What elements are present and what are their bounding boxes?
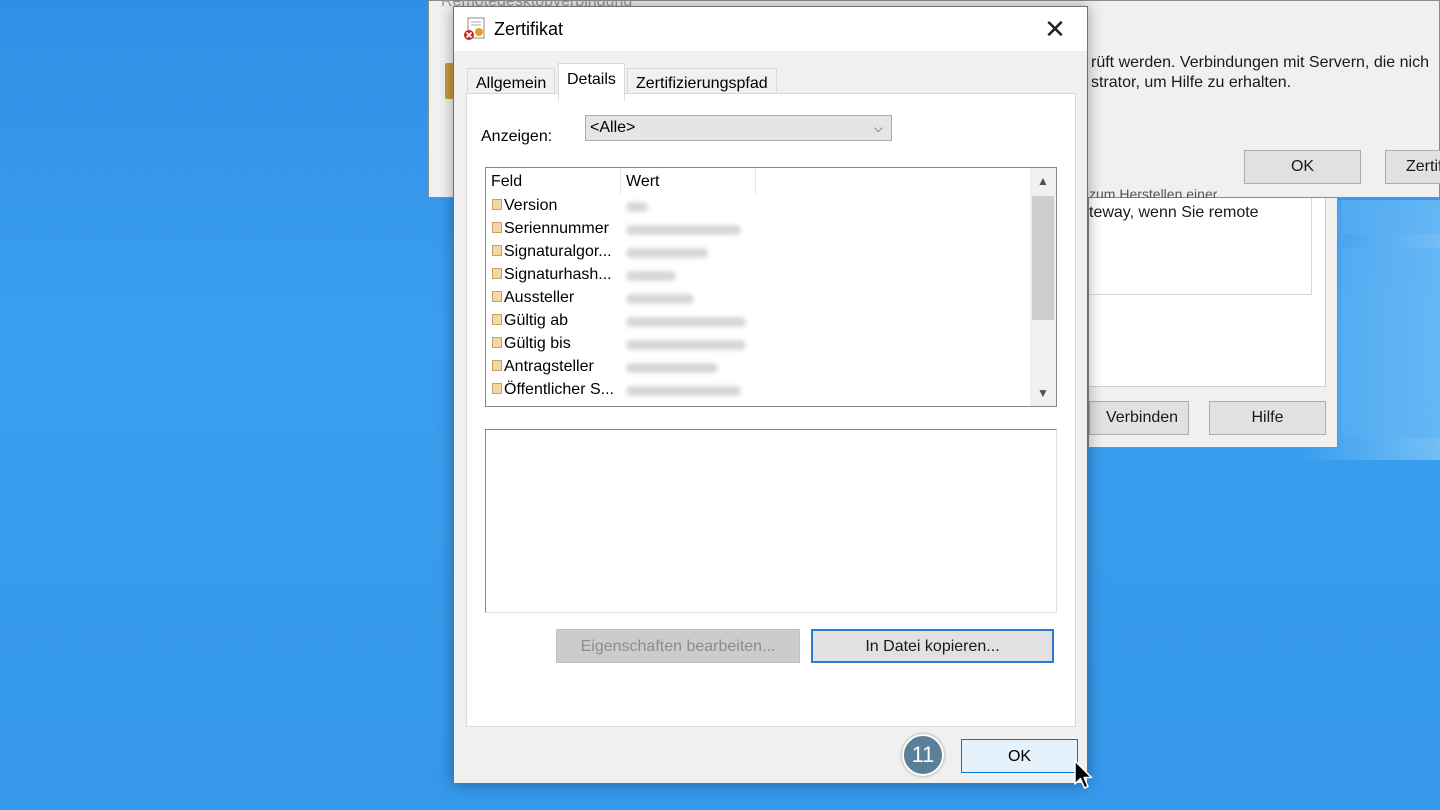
field-name: Seriennummer	[504, 220, 609, 237]
tab-details[interactable]: Details	[558, 63, 625, 101]
scroll-thumb[interactable]	[1032, 196, 1054, 320]
warning-message: rüft werden. Verbindungen mit Servern, d…	[1091, 53, 1429, 93]
background-ok-button[interactable]: OK	[1244, 150, 1361, 184]
copy-to-file-button[interactable]: In Datei kopieren...	[811, 629, 1054, 663]
list-item[interactable]: Seriennummer	[486, 218, 1030, 241]
close-icon[interactable]: ✕	[1037, 13, 1073, 45]
info-box: zum Herstellen einer teway, wenn Sie rem…	[1089, 186, 1312, 295]
field-name: Aussteller	[504, 289, 575, 306]
field-name: Signaturalgor...	[504, 243, 612, 260]
list-item[interactable]: Signaturhash...	[486, 264, 1030, 287]
field-value-blurred	[626, 248, 708, 258]
field-value-blurred	[626, 363, 718, 373]
list-item[interactable]: Aussteller	[486, 287, 1030, 310]
list-item[interactable]: Gültig bis	[486, 333, 1030, 356]
warning-message-line: strator, um Hilfe zu erhalten.	[1091, 74, 1292, 91]
field-name: Antragsteller	[504, 358, 594, 375]
certificate-fields-list[interactable]: Feld Wert Version Seriennummer Signatura…	[485, 167, 1057, 407]
field-name: Version	[504, 197, 558, 214]
column-header-field[interactable]: Feld	[486, 168, 621, 194]
certificate-error-icon	[464, 17, 485, 40]
field-value-blurred	[626, 225, 741, 235]
title-bar: Zertifikat ✕	[454, 7, 1087, 51]
mouse-pointer-icon	[1074, 760, 1093, 789]
column-header-value[interactable]: Wert	[621, 168, 756, 194]
list-item[interactable]: Antragsteller	[486, 356, 1030, 379]
field-icon	[492, 245, 502, 256]
field-icon	[492, 268, 502, 279]
field-value-blurred	[626, 386, 741, 396]
remote-desktop-connection-window: zum Herstellen einer teway, wenn Sie rem…	[1088, 186, 1338, 448]
connect-button[interactable]: Verbinden	[1089, 401, 1189, 435]
desktop-tile	[1342, 200, 1440, 234]
field-value-blurred	[626, 271, 676, 281]
field-name: Signaturhash...	[504, 266, 612, 283]
field-icon	[492, 314, 502, 325]
field-detail-textbox[interactable]	[485, 429, 1057, 613]
field-value-blurred	[626, 317, 746, 327]
chevron-down-icon: ⌵	[873, 121, 883, 135]
step-number-badge: 11	[902, 734, 944, 776]
show-select-value: <Alle>	[590, 119, 636, 136]
options-panel: zum Herstellen einer teway, wenn Sie rem…	[1089, 186, 1326, 387]
dialog-title: Zertifikat	[494, 19, 564, 39]
list-header: Feld Wert	[486, 168, 1030, 194]
desktop-tile	[1342, 248, 1440, 438]
field-icon	[492, 222, 502, 233]
field-value-blurred	[626, 202, 648, 212]
field-icon	[492, 291, 502, 302]
scroll-up-icon[interactable]: ▲	[1030, 168, 1056, 194]
field-icon	[492, 337, 502, 348]
list-item[interactable]: Öffentlicher S...	[486, 379, 1030, 402]
field-name: Öffentlicher S...	[504, 381, 614, 398]
edit-properties-button: Eigenschaften bearbeiten...	[556, 629, 800, 663]
ok-button[interactable]: OK	[961, 739, 1078, 773]
certificate-dialog: Zertifikat ✕ Allgemein Details Zertifizi…	[453, 6, 1088, 784]
field-value-blurred	[626, 294, 694, 304]
field-icon	[492, 199, 502, 210]
vertical-scrollbar[interactable]: ▲ ▼	[1030, 168, 1056, 406]
field-icon	[492, 360, 502, 371]
details-panel: Anzeigen: <Alle> ⌵ Feld Wert Version Ser…	[466, 93, 1076, 727]
field-name: Gültig ab	[504, 312, 569, 329]
field-value-blurred	[626, 340, 746, 350]
view-certificate-button[interactable]: Zertif	[1385, 150, 1440, 184]
info-text: teway, wenn Sie remote	[1089, 204, 1259, 221]
list-item[interactable]: Signaturalgor...	[486, 241, 1030, 264]
show-select[interactable]: <Alle> ⌵	[585, 115, 892, 141]
list-item[interactable]: Gültig ab	[486, 310, 1030, 333]
list-item[interactable]: Version	[486, 195, 1030, 218]
warning-message-line: rüft werden. Verbindungen mit Servern, d…	[1091, 54, 1429, 71]
field-icon	[492, 383, 502, 394]
field-name: Gültig bis	[504, 335, 571, 352]
help-button[interactable]: Hilfe	[1209, 401, 1326, 435]
info-text-cut: zum Herstellen einer	[1089, 186, 1218, 198]
show-label: Anzeigen:	[481, 128, 553, 145]
scroll-down-icon[interactable]: ▼	[1030, 380, 1056, 406]
